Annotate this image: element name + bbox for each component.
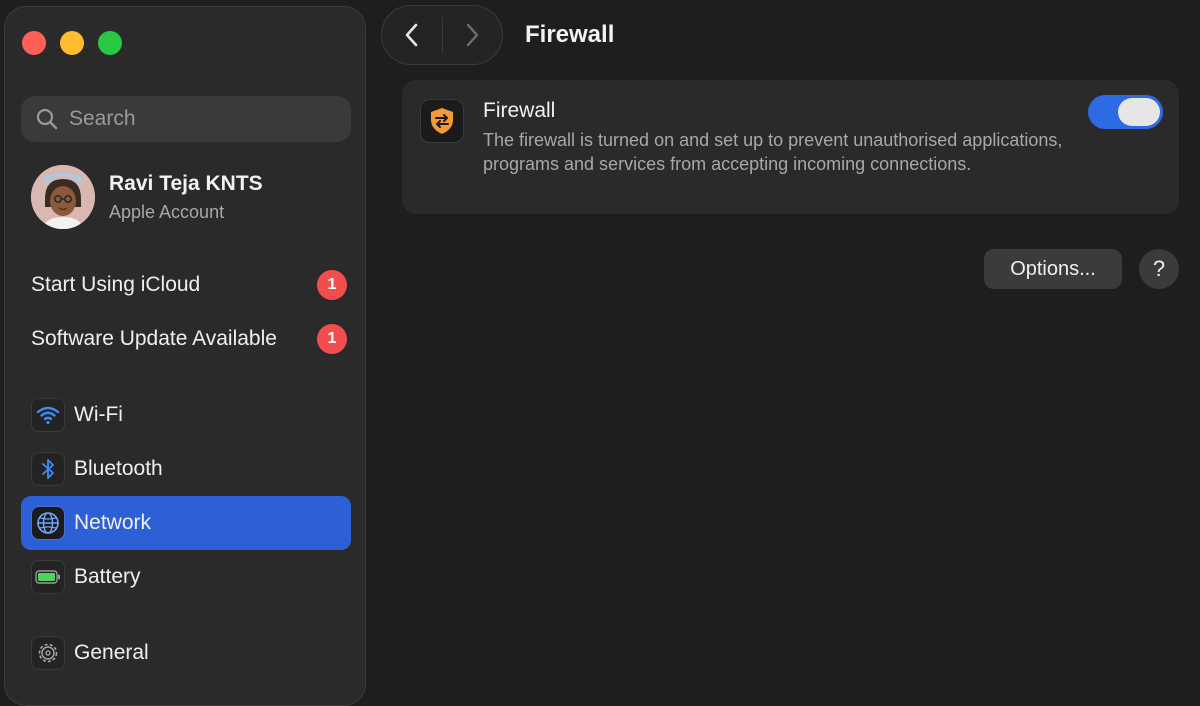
chevron-right-icon [467,23,479,47]
close-window-button[interactable] [22,31,46,55]
page-title: Firewall [525,21,615,48]
account-name: Ravi Teja KNTS [109,171,263,195]
sidebar-item-network[interactable]: Network [21,496,351,550]
notice-start-using-icloud[interactable]: Start Using iCloud 1 [31,270,347,300]
chevron-left-icon [405,23,418,47]
navigation-buttons [381,5,503,65]
forward-button[interactable] [442,6,502,64]
options-button[interactable]: Options... [984,249,1122,289]
apple-account[interactable]: Ravi Teja KNTS Apple Account [31,165,263,229]
sidebar-item-label: Bluetooth [74,457,163,480]
back-button[interactable] [382,6,442,64]
search-icon [36,108,58,130]
bluetooth-icon [31,452,65,486]
firewall-description: The firewall is turned on and set up to … [483,130,1063,174]
globe-icon [31,506,65,540]
minimize-window-button[interactable] [60,31,84,55]
notice-label: Software Update Available [31,327,277,350]
sidebar-item-wifi[interactable]: Wi-Fi [21,388,351,442]
sidebar-item-label: Battery [74,565,141,588]
window-controls [22,31,122,55]
sidebar-item-label: Network [74,511,152,534]
toggle-knob [1118,98,1160,126]
gear-icon [31,636,65,670]
notification-badge: 1 [317,270,347,300]
battery-icon [31,560,65,594]
avatar [31,165,95,229]
firewall-toggle[interactable] [1088,95,1163,129]
zoom-window-button[interactable] [98,31,122,55]
notification-badge: 1 [317,324,347,354]
firewall-title: Firewall [483,99,556,122]
memoji-avatar-icon [31,165,95,229]
account-subtitle: Apple Account [109,201,225,222]
notice-label: Start Using iCloud [31,273,201,296]
sidebar-item-label: Wi-Fi [74,403,123,426]
search-field[interactable]: Search [21,96,351,142]
sidebar-item-general[interactable]: General [21,626,351,680]
firewall-shield-icon [420,99,464,143]
search-placeholder: Search [69,107,136,130]
help-button[interactable]: ? [1139,249,1179,289]
sidebar-item-label: General [74,641,149,664]
sidebar-item-bluetooth[interactable]: Bluetooth [21,442,351,496]
notice-software-update[interactable]: Software Update Available 1 [31,324,347,354]
wifi-icon [31,398,65,432]
sidebar-item-battery[interactable]: Battery [21,550,351,604]
sidebar: Search Ravi Teja KNTS Apple Account Star… [4,6,366,706]
firewall-card: Firewall The firewall is turned on and s… [402,80,1179,214]
